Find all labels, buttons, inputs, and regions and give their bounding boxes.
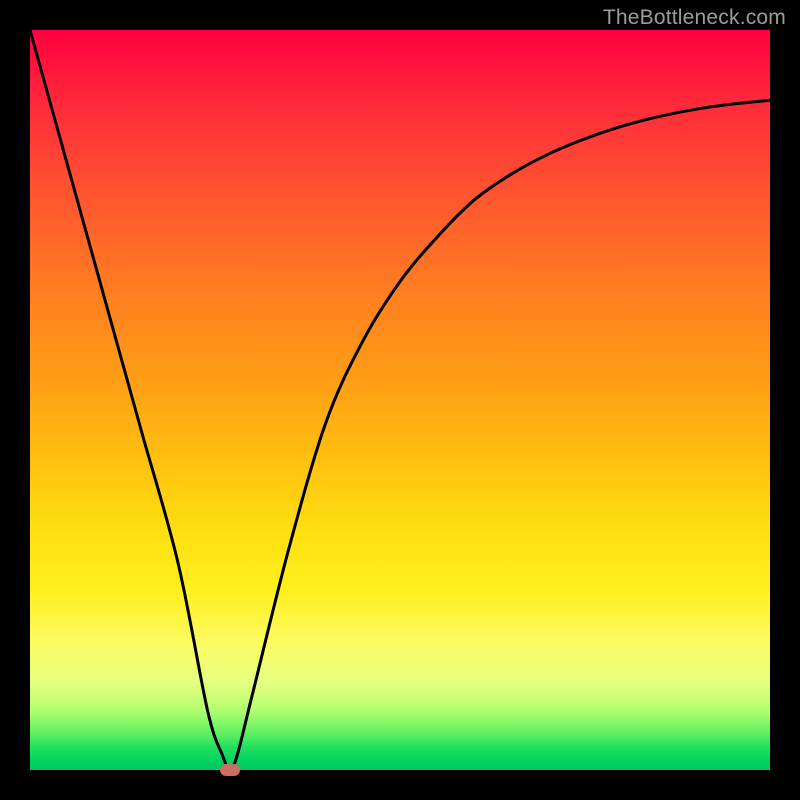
chart-frame: TheBottleneck.com [0,0,800,800]
plot-area [30,30,770,770]
curve-path [30,30,770,770]
watermark-text: TheBottleneck.com [603,6,786,30]
bottleneck-curve [30,30,770,770]
minimum-marker [220,764,240,776]
